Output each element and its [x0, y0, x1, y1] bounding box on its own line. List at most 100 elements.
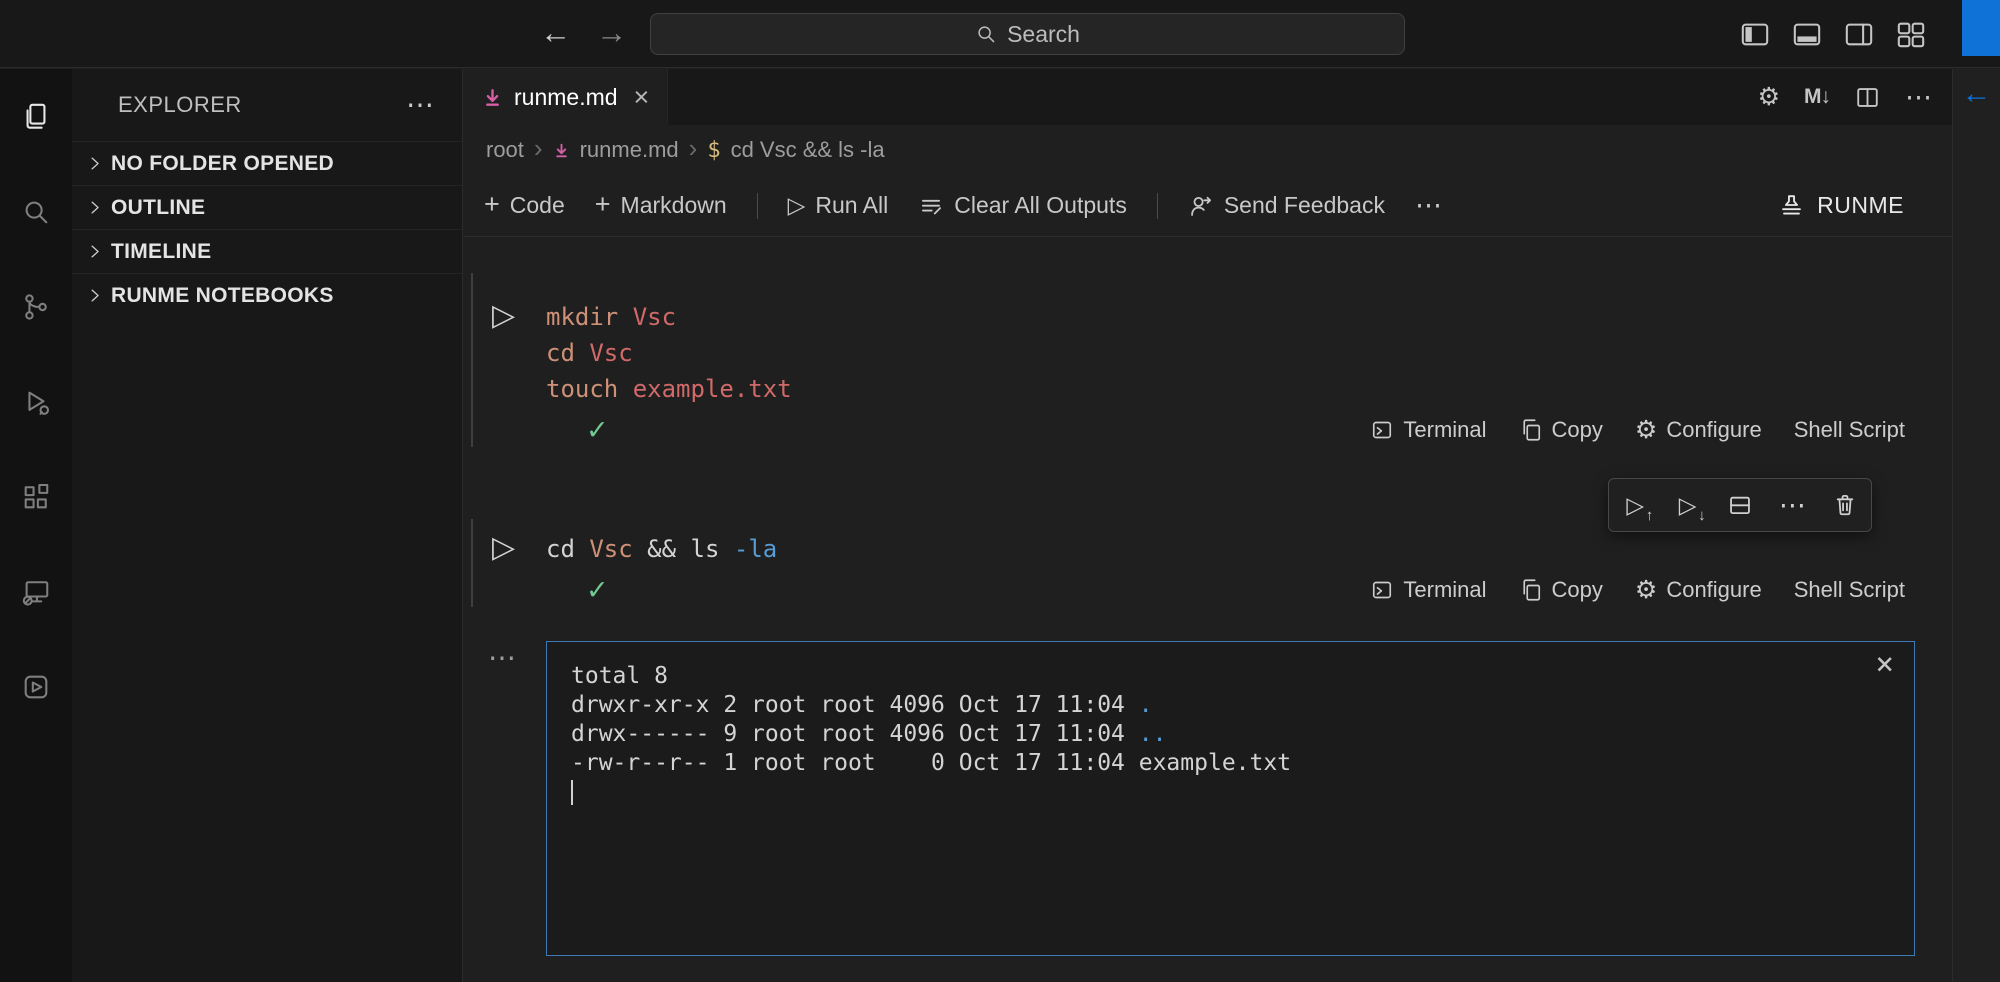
layout-controls — [1740, 0, 1926, 67]
run-cell-button[interactable]: ▷ — [492, 533, 515, 563]
runme-file-icon — [553, 142, 570, 159]
runme-stamp-icon — [1778, 192, 1805, 219]
toolbar-divider — [1157, 193, 1158, 219]
copy-icon — [1519, 578, 1543, 602]
section-no-folder-opened[interactable]: NO FOLDER OPENED — [72, 141, 462, 185]
sidebar-header: EXPLORER ⋯ — [72, 69, 462, 141]
tab-close-icon[interactable]: × — [634, 84, 650, 111]
terminal-icon — [1370, 418, 1394, 442]
terminal-icon — [1370, 578, 1394, 602]
notebook-settings-icon[interactable]: ⚙ — [1758, 85, 1780, 110]
breadcrumb-root[interactable]: root — [486, 137, 524, 163]
trash-glyph — [1832, 492, 1858, 518]
configure-button[interactable]: ⚙ Configure — [1635, 577, 1762, 603]
forward-icon[interactable]: → — [596, 13, 627, 53]
activity-item-search[interactable] — [0, 164, 72, 259]
section-timeline[interactable]: TIMELINE — [72, 229, 462, 273]
language-picker[interactable]: Shell Script — [1794, 577, 1905, 603]
tab-bar: runme.md × ⚙ M↓ ⋯ — [464, 69, 1952, 125]
command-center-search[interactable]: Search — [650, 13, 1405, 55]
send-feedback-button[interactable]: Send Feedback — [1188, 192, 1385, 219]
cell-focus-indicator — [471, 519, 473, 607]
breadcrumb-shell-prompt: $ — [707, 138, 720, 163]
cell-output[interactable]: × total 8drwxr-xr-x 2 root root 4096 Oct… — [546, 641, 1915, 956]
activity-item-remote-explorer[interactable] — [0, 544, 72, 639]
sidebar-more-actions-icon[interactable]: ⋯ — [406, 91, 434, 119]
toolbar-more-actions-icon[interactable]: ⋯ — [1415, 190, 1442, 221]
copy-button[interactable]: Copy — [1519, 417, 1603, 443]
secondary-window-accent — [1962, 0, 2000, 56]
runme-brand-label: RUNME — [1817, 192, 1904, 219]
source-control-icon — [21, 292, 51, 322]
cell-status-bar: ✓ Terminal Copy ⚙ — [546, 407, 1905, 453]
split-editor-icon[interactable] — [1854, 84, 1881, 111]
chevron-right-icon — [85, 198, 104, 217]
toggle-secondary-sidebar-icon[interactable] — [1844, 19, 1874, 49]
terminal-button[interactable]: Terminal — [1370, 417, 1486, 443]
remote-explorer-icon — [21, 577, 51, 607]
notebook-play-icon — [21, 672, 51, 702]
chevron-right-icon: › — [534, 135, 543, 161]
success-check-icon: ✓ — [586, 575, 609, 606]
customize-layout-icon[interactable] — [1896, 19, 1926, 49]
cell-output-row: ⋯ × total 8drwxr-xr-x 2 root root 4096 O… — [464, 641, 1952, 956]
close-output-icon[interactable]: × — [1875, 646, 1894, 683]
cell-focus-indicator — [471, 273, 473, 447]
split-cell-icon[interactable] — [1718, 483, 1762, 527]
output-menu-icon[interactable]: ⋯ — [488, 641, 516, 674]
activity-item-run-and-debug[interactable] — [0, 354, 72, 449]
activity-item-extensions[interactable] — [0, 449, 72, 544]
collapse-left-arrow-icon[interactable]: ← — [1953, 77, 2000, 111]
toggle-primary-sidebar-icon[interactable] — [1740, 19, 1770, 49]
language-picker[interactable]: Shell Script — [1794, 417, 1905, 443]
run-all-icon: ▷ — [788, 194, 806, 217]
delete-cell-icon[interactable] — [1823, 483, 1867, 527]
output-text: total 8drwxr-xr-x 2 root root 4096 Oct 1… — [571, 662, 1890, 778]
toggle-panel-icon[interactable] — [1792, 19, 1822, 49]
notebook-cell-1: ▷ mkdir Vsccd Vsctouch example.txt ✓ Ter… — [464, 269, 1952, 453]
run-all-button[interactable]: ▷ Run All — [788, 192, 889, 219]
notebook-body: ▷ mkdir Vsccd Vsctouch example.txt ✓ Ter… — [464, 237, 1952, 982]
success-check-icon: ✓ — [586, 415, 609, 446]
run-cell-button[interactable]: ▷ — [492, 301, 515, 331]
chevron-right-icon: › — [689, 135, 698, 161]
runme-file-icon — [482, 87, 503, 108]
add-markdown-button[interactable]: + Markdown — [595, 192, 727, 219]
activity-item-explorer[interactable] — [0, 69, 72, 164]
chevron-right-icon — [85, 242, 104, 261]
execute-below-icon[interactable]: ▷ ↓ — [1666, 483, 1710, 527]
gear-icon: ⚙ — [1635, 578, 1657, 603]
editor-more-actions-icon[interactable]: ⋯ — [1905, 84, 1932, 111]
execute-above-icon[interactable]: ▷ ↑ — [1613, 483, 1657, 527]
cell-code-editor[interactable]: mkdir Vsccd Vsctouch example.txt — [546, 269, 1905, 407]
right-edge-strip: ← — [1952, 69, 2000, 982]
terminal-cursor — [571, 780, 573, 805]
back-icon[interactable]: ← — [540, 13, 571, 53]
tab-label: runme.md — [514, 84, 618, 111]
search-icon — [21, 197, 51, 227]
breadcrumb-file[interactable]: runme.md — [580, 137, 679, 163]
chevron-right-icon — [85, 154, 104, 173]
copy-button[interactable]: Copy — [1519, 577, 1603, 603]
terminal-button[interactable]: Terminal — [1370, 577, 1486, 603]
toolbar-divider — [757, 193, 758, 219]
activity-item-runme-notebooks[interactable] — [0, 639, 72, 734]
section-runme-notebooks[interactable]: RUNME NOTEBOOKS — [72, 273, 462, 317]
plus-icon: + — [595, 191, 611, 218]
copy-icon — [1519, 418, 1543, 442]
search-placeholder: Search — [1007, 21, 1080, 48]
cell-more-actions-icon[interactable]: ⋯ — [1770, 483, 1814, 527]
markdown-preview-icon[interactable]: M↓ — [1804, 85, 1830, 109]
clear-outputs-icon — [918, 193, 944, 219]
add-code-button[interactable]: + Code — [484, 192, 565, 219]
files-icon — [21, 102, 51, 132]
activity-item-source-control[interactable] — [0, 259, 72, 354]
sidebar-title: EXPLORER — [118, 92, 242, 118]
run-debug-icon — [21, 387, 51, 417]
breadcrumb-command[interactable]: cd Vsc && ls -la — [731, 137, 885, 163]
clear-all-outputs-button[interactable]: Clear All Outputs — [918, 192, 1127, 219]
explorer-sidebar: EXPLORER ⋯ NO FOLDER OPENED OUTLINE TIME… — [72, 69, 463, 982]
tab-runme-md[interactable]: runme.md × — [464, 69, 668, 125]
section-outline[interactable]: OUTLINE — [72, 185, 462, 229]
configure-button[interactable]: ⚙ Configure — [1635, 417, 1762, 443]
